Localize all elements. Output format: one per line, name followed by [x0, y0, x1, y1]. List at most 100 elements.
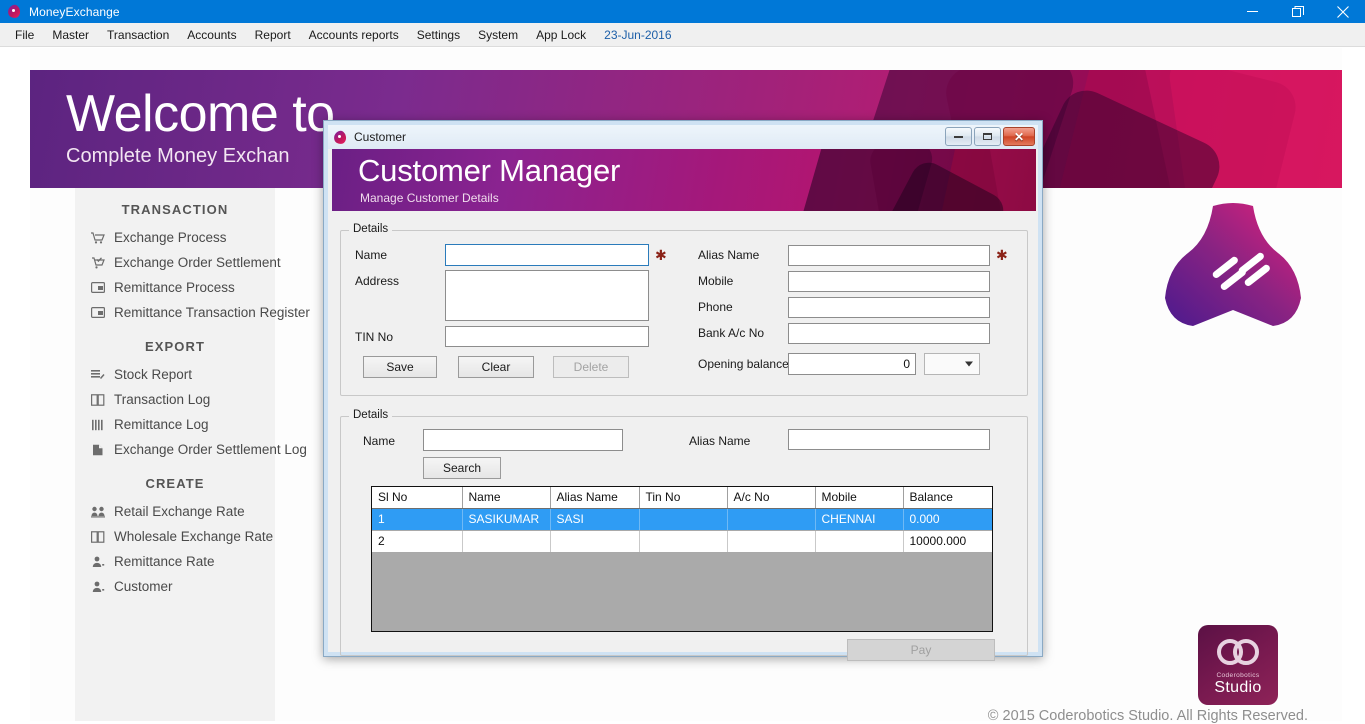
- delete-button[interactable]: Delete: [553, 356, 629, 378]
- trilobe-logo-icon: [1158, 198, 1308, 338]
- table-empty-area: [372, 552, 992, 631]
- table-header-row: Sl No Name Alias Name Tin No A/c No Mobi…: [372, 487, 992, 509]
- card-icon: [89, 280, 106, 295]
- cart-check-icon: [89, 255, 106, 270]
- sidebar-item-label: Remittance Transaction Register: [114, 305, 310, 320]
- sidebar-item-label: Wholesale Exchange Rate: [114, 529, 274, 544]
- menu-item-master[interactable]: Master: [43, 25, 98, 45]
- column-header-sl-no[interactable]: Sl No: [372, 487, 463, 509]
- menu-item-report[interactable]: Report: [246, 25, 300, 45]
- name-input[interactable]: [445, 244, 649, 266]
- badge-line1: Coderobotics: [1216, 672, 1260, 679]
- window-titlebar: MoneyExchange: [0, 0, 1365, 23]
- sidebar-item-retail-exchange-rate[interactable]: Retail Exchange Rate: [75, 499, 275, 524]
- column-header-ac-no[interactable]: A/c No: [727, 487, 816, 509]
- sidebar-item-wholesale-exchange-rate[interactable]: Wholesale Exchange Rate: [75, 524, 275, 549]
- sidebar-item-transaction-log[interactable]: Transaction Log: [75, 387, 275, 412]
- details-group-legend: Details: [349, 223, 393, 235]
- sidebar-item-customer[interactable]: Customer: [75, 574, 275, 599]
- welcome-subtitle: Complete Money Exchan: [66, 145, 290, 167]
- sidebar-item-label: Customer: [114, 579, 173, 594]
- cell-mobile: [815, 530, 904, 553]
- bank-ac-no-input[interactable]: [788, 323, 990, 344]
- menu-item-app-lock[interactable]: App Lock: [527, 25, 595, 45]
- window-controls: [1230, 0, 1365, 23]
- menu-item-accounts-reports[interactable]: Accounts reports: [300, 25, 408, 45]
- page-icon: [89, 442, 106, 457]
- dialog-app-icon: [332, 129, 348, 145]
- sidebar-item-label: Transaction Log: [114, 392, 211, 407]
- sidebar-item-label: Exchange Order Settlement: [114, 255, 281, 270]
- dialog-close-button[interactable]: ✕: [1003, 127, 1035, 146]
- name-label: Name: [355, 248, 388, 262]
- sidebar-item-stock-report[interactable]: Stock Report: [75, 362, 275, 387]
- tin-no-input[interactable]: [445, 326, 649, 347]
- table-row[interactable]: 1 SASIKUMAR SASI CHENNAI 0.000: [372, 508, 992, 531]
- cell-alias-name: [550, 530, 640, 553]
- column-header-mobile[interactable]: Mobile: [815, 487, 904, 509]
- menu-item-settings[interactable]: Settings: [408, 25, 469, 45]
- search-name-input[interactable]: [423, 429, 623, 451]
- pay-button[interactable]: Pay: [847, 639, 995, 661]
- cell-balance: 10000.000: [903, 530, 992, 553]
- clear-button[interactable]: Clear: [458, 356, 534, 378]
- menu-item-file[interactable]: File: [6, 25, 43, 45]
- window-title: MoneyExchange: [29, 4, 120, 19]
- dialog-heading: Customer Manager: [358, 153, 621, 188]
- customer-grid[interactable]: Sl No Name Alias Name Tin No A/c No Mobi…: [371, 486, 993, 632]
- minimize-button[interactable]: [1230, 0, 1275, 23]
- dialog-titlebar: Customer ✕: [328, 125, 1038, 149]
- save-button[interactable]: Save: [363, 356, 437, 378]
- sidebar-item-label: Retail Exchange Rate: [114, 504, 245, 519]
- dialog-minimize-button[interactable]: [945, 127, 972, 146]
- menu-item-accounts[interactable]: Accounts: [178, 25, 245, 45]
- sidebar-item-exchange-order-settlement[interactable]: Exchange Order Settlement: [75, 250, 281, 275]
- stack-icon: [89, 367, 106, 382]
- sidebar-item-remittance-log[interactable]: Remittance Log: [75, 412, 275, 437]
- sidebar-item-remittance-rate[interactable]: Remittance Rate: [75, 549, 275, 574]
- phone-label: Phone: [698, 300, 733, 314]
- sidebar-item-remittance-process[interactable]: Remittance Process: [75, 275, 275, 300]
- mobile-input[interactable]: [788, 271, 990, 292]
- maximize-button[interactable]: [1275, 0, 1320, 23]
- phone-input[interactable]: [788, 297, 990, 318]
- column-header-balance[interactable]: Balance: [903, 487, 992, 509]
- currency-select[interactable]: [924, 353, 980, 375]
- alias-name-label: Alias Name: [698, 248, 760, 262]
- close-button[interactable]: [1320, 0, 1365, 23]
- menu-item-system[interactable]: System: [469, 25, 527, 45]
- alias-name-required-marker: ✱: [996, 247, 1008, 263]
- cell-mobile: CHENNAI: [815, 508, 904, 531]
- search-button[interactable]: Search: [423, 457, 501, 479]
- alias-name-input[interactable]: [788, 245, 990, 266]
- table-row[interactable]: 2 10000.000: [372, 530, 992, 553]
- sidebar-item-remittance-transaction-register[interactable]: Remittance Transaction Register: [75, 300, 310, 325]
- bars-icon: [89, 417, 106, 432]
- cell-sl-no: 1: [372, 508, 463, 531]
- sidebar-item-label: Remittance Process: [114, 280, 235, 295]
- welcome-banner-text: Welcome to Complete Money Exchan: [66, 88, 335, 168]
- customer-dialog: Customer ✕ Customer Manager Manage Custo…: [323, 120, 1043, 661]
- dialog-maximize-button[interactable]: [974, 127, 1001, 146]
- opening-balance-label: Opening balance: [698, 357, 789, 371]
- sidebar-item-exchange-order-settlement-log[interactable]: Exchange Order Settlement Log: [75, 437, 307, 462]
- column-header-name[interactable]: Name: [462, 487, 551, 509]
- search-alias-name-label: Alias Name: [689, 434, 751, 448]
- search-alias-name-input[interactable]: [788, 429, 990, 450]
- dialog-subheading: Manage Customer Details: [360, 191, 499, 205]
- dialog-title: Customer: [354, 130, 407, 144]
- sidebar-item-exchange-process[interactable]: Exchange Process: [75, 225, 275, 250]
- mobile-label: Mobile: [698, 274, 734, 288]
- card-icon: [89, 305, 106, 320]
- dialog-body: Details Name ✱ Address TIN No Save Clear…: [332, 211, 1034, 661]
- person-icon: [89, 554, 106, 569]
- address-input[interactable]: [445, 270, 649, 321]
- coderobotics-studio-badge: Coderobotics Studio: [1198, 625, 1278, 705]
- opening-balance-input[interactable]: [788, 353, 916, 375]
- sidebar-item-label: Exchange Process: [114, 230, 227, 245]
- dialog-banner: Customer Manager Manage Customer Details: [332, 149, 1036, 211]
- column-header-alias-name[interactable]: Alias Name: [550, 487, 640, 509]
- menu-item-date[interactable]: 23-Jun-2016: [595, 25, 680, 45]
- column-header-tin-no[interactable]: Tin No: [639, 487, 728, 509]
- menu-item-transaction[interactable]: Transaction: [98, 25, 178, 45]
